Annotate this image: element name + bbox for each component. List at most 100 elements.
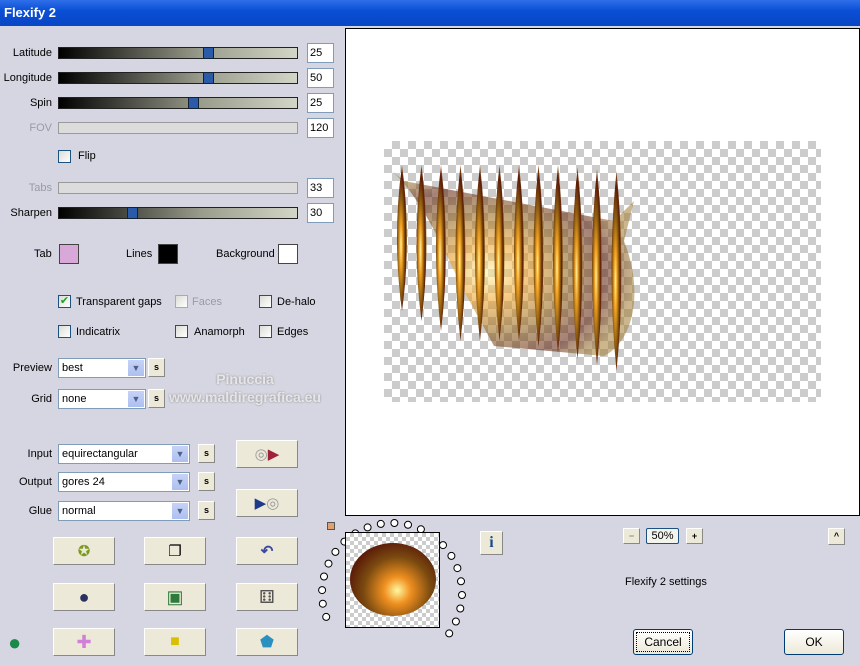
- orbit-dot[interactable]: [439, 541, 447, 550]
- slider-value-field[interactable]: 120: [307, 118, 334, 138]
- preview_sel-dropdown[interactable]: best ▼: [58, 358, 146, 378]
- grid_sel-dropdown[interactable]: none ▼: [58, 389, 146, 409]
- orbit-dot[interactable]: [318, 599, 327, 608]
- glue_sel-label: Glue: [28, 505, 52, 517]
- output_sel-s-button[interactable]: s: [198, 472, 215, 491]
- slider-track[interactable]: [58, 72, 298, 84]
- pentagon-icon: ⬟: [260, 634, 274, 651]
- preview-canvas[interactable]: [345, 28, 860, 516]
- tab-color-swatch[interactable]: [59, 244, 79, 264]
- slider-track[interactable]: [58, 97, 298, 109]
- dehalo-label: De-halo: [277, 296, 316, 308]
- slider-value-field[interactable]: 30: [307, 203, 334, 223]
- slider-track[interactable]: [58, 182, 298, 194]
- sphere-thumbnail: [350, 543, 436, 616]
- orbit-dot[interactable]: [456, 604, 465, 613]
- cancel-button[interactable]: Cancel: [633, 629, 693, 655]
- dice-icon: ⚅: [259, 586, 275, 607]
- lines-color-swatch[interactable]: [158, 244, 178, 264]
- brick-icon: ■: [170, 633, 180, 650]
- anamorph-checkbox[interactable]: [175, 325, 188, 338]
- faces-checkbox[interactable]: [175, 295, 188, 308]
- dice-button[interactable]: ⚅: [236, 583, 298, 611]
- thumbnail-preview[interactable]: [345, 532, 440, 628]
- slider-label: Sharpen: [10, 207, 52, 219]
- slider-label: FOV: [29, 122, 52, 134]
- slider-value-field[interactable]: 50: [307, 68, 334, 88]
- chevron-down-icon: ▼: [128, 391, 144, 407]
- undo-icon: ↶: [260, 543, 274, 560]
- orbit-dot[interactable]: [320, 572, 328, 581]
- ok-button[interactable]: OK: [784, 629, 844, 655]
- slider-value-field[interactable]: 25: [307, 43, 334, 63]
- input_sel-s-button[interactable]: s: [198, 444, 215, 463]
- orbit-dot[interactable]: [390, 519, 399, 527]
- orbit-dot[interactable]: [451, 617, 460, 626]
- indicatrix-label: Indicatrix: [76, 326, 121, 338]
- slider-value-field[interactable]: 25: [307, 93, 334, 113]
- brick-button[interactable]: ■: [144, 628, 206, 656]
- orbit-dot[interactable]: [376, 519, 385, 528]
- collapse-button[interactable]: ^: [828, 528, 845, 545]
- load-preset-button[interactable]: ◎ ▶: [236, 440, 298, 468]
- orbit-dot[interactable]: [331, 547, 340, 556]
- flip-checkbox[interactable]: [58, 150, 71, 163]
- slider-label: Tabs: [28, 182, 52, 194]
- zoom-in-button[interactable]: +: [686, 528, 703, 544]
- orbit-dot[interactable]: [453, 564, 462, 573]
- faces-label: Faces: [192, 296, 222, 308]
- zoom-out-button[interactable]: −: [623, 528, 640, 544]
- glue_sel-s-button[interactable]: s: [198, 501, 215, 520]
- slider-value-field[interactable]: 33: [307, 178, 334, 198]
- ring-icon: ●: [78, 586, 90, 607]
- background-color-swatch[interactable]: [278, 244, 298, 264]
- cross-button[interactable]: ✚: [53, 628, 115, 656]
- slider-thumb[interactable]: [203, 47, 214, 59]
- ring-button[interactable]: ●: [53, 583, 115, 611]
- flip-label: Flip: [78, 150, 96, 162]
- slider-track[interactable]: [58, 122, 298, 134]
- grid_sel-label: Grid: [31, 393, 52, 405]
- dehalo-checkbox[interactable]: [259, 295, 272, 308]
- gore-strip: [397, 165, 407, 311]
- indicatrix-checkbox[interactable]: [58, 325, 71, 338]
- input_sel-value: equirectangular: [62, 448, 138, 460]
- orbit-dot[interactable]: [447, 551, 456, 560]
- chevron-down-icon: ▼: [172, 446, 188, 462]
- lines-color-label: Lines: [126, 248, 153, 260]
- orbit-dot[interactable]: [324, 559, 333, 568]
- pentagon-button[interactable]: ⬟: [236, 628, 298, 656]
- orbit-dot[interactable]: [404, 520, 412, 529]
- glue_sel-dropdown[interactable]: normal ▼: [58, 501, 190, 521]
- input_sel-dropdown[interactable]: equirectangular ▼: [58, 444, 190, 464]
- orbit-dot[interactable]: [363, 523, 372, 532]
- output_sel-label: Output: [18, 476, 52, 488]
- slider-track[interactable]: [58, 207, 298, 219]
- orbit-dot[interactable]: [458, 591, 466, 599]
- copy-button[interactable]: ❐: [144, 537, 206, 565]
- transparent-gaps-label: Transparent gaps: [76, 296, 162, 308]
- background-color-label: Background: [216, 248, 275, 260]
- orbit-dot[interactable]: [445, 629, 454, 638]
- glue_sel-value: normal: [62, 505, 96, 517]
- output_sel-dropdown[interactable]: gores 24 ▼: [58, 472, 190, 492]
- orbit-dot[interactable]: [457, 577, 465, 586]
- anamorph-label: Anamorph: [194, 326, 245, 338]
- slider-thumb[interactable]: [188, 97, 199, 109]
- slider-thumb[interactable]: [127, 207, 138, 219]
- info-button[interactable]: i: [480, 531, 503, 555]
- square-button[interactable]: ▣: [144, 583, 206, 611]
- undo-button[interactable]: ↶: [236, 537, 298, 565]
- transparent-gaps-checkbox[interactable]: ✔: [58, 295, 71, 308]
- pages-icon: ❐: [168, 543, 182, 560]
- orbit-dot[interactable]: [322, 612, 331, 621]
- slider-label: Latitude: [12, 47, 52, 59]
- save-preset-button[interactable]: ▶ ◎: [236, 489, 298, 517]
- zoom-level: 50%: [646, 528, 679, 544]
- paw-logo-icon: ●: [8, 630, 22, 655]
- edges-checkbox[interactable]: [259, 325, 272, 338]
- slider-thumb[interactable]: [203, 72, 214, 84]
- slider-track[interactable]: [58, 47, 298, 59]
- randomize-all-button[interactable]: ✪: [53, 537, 115, 565]
- orbit-dot[interactable]: [318, 586, 327, 595]
